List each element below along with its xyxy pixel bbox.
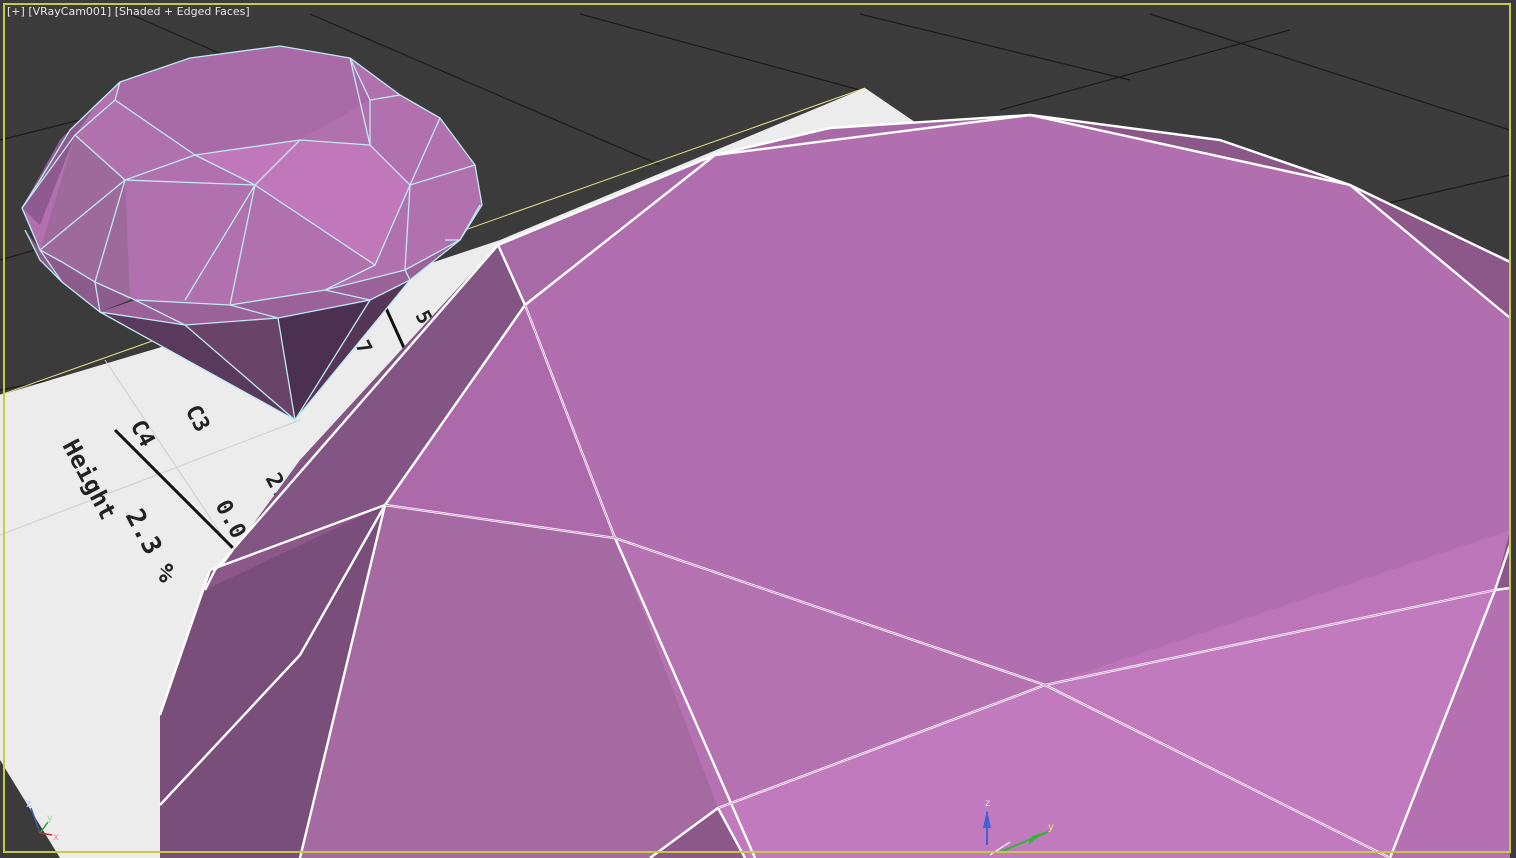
viewport-general-menu[interactable]: [+] bbox=[7, 5, 25, 18]
axis-x-label-left: x bbox=[53, 832, 59, 843]
viewport-label-menu[interactable]: [+] [VRayCam001] [Shaded + Edged Faces] bbox=[7, 5, 250, 18]
scene-canvas[interactable]: C3 C4 Height 2.2 0.0 2.3 % 7 5 bbox=[0, 0, 1516, 858]
viewport-shading-menu[interactable]: [Shaded + Edged Faces] bbox=[115, 5, 250, 18]
gizmo-y-label: y bbox=[1048, 822, 1054, 833]
axis-y-label-left: y bbox=[47, 813, 53, 824]
viewport-perspective[interactable]: C3 C4 Height 2.2 0.0 2.3 % 7 5 bbox=[0, 0, 1516, 858]
viewport-camera-menu[interactable]: [VRayCam001] bbox=[28, 5, 111, 18]
axis-z-label-left: z bbox=[26, 799, 31, 810]
gizmo-z-label: z bbox=[985, 798, 990, 809]
